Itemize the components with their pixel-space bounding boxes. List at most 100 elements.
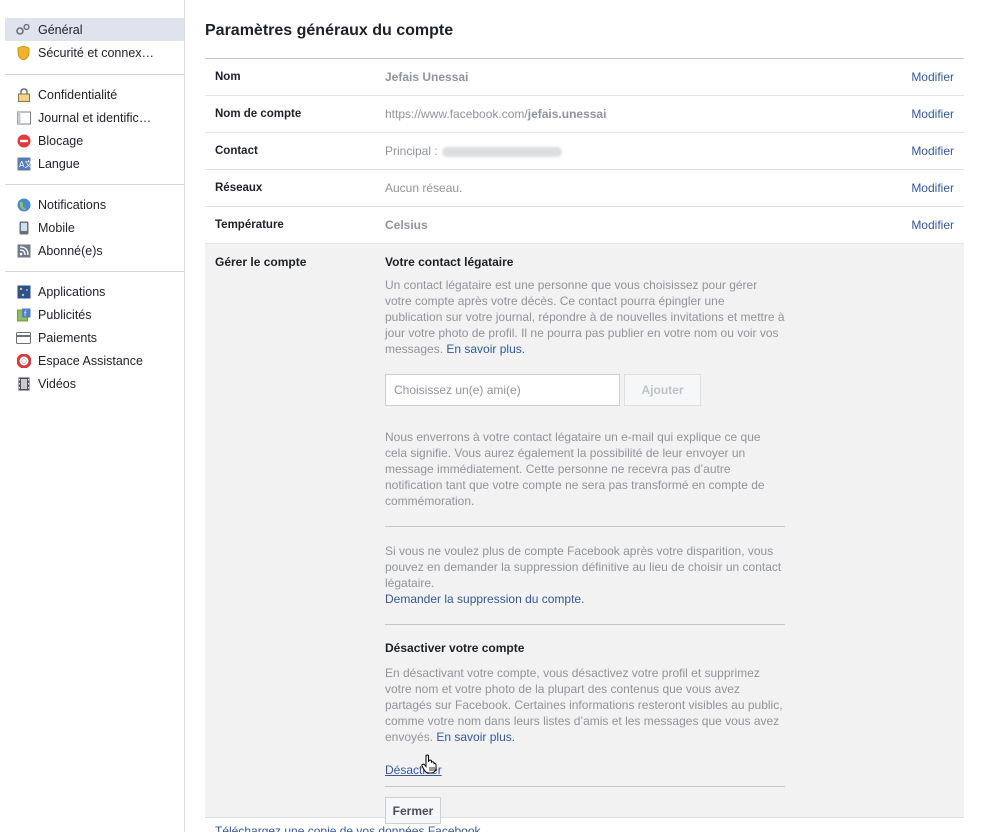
sidebar-item-blocking[interactable]: Blocage xyxy=(5,129,184,152)
sidebar-item-label: Publicités xyxy=(38,307,92,322)
hand-cursor-icon xyxy=(421,754,437,774)
settings-sidebar: Général Sécurité et connex… Confidential… xyxy=(0,0,185,832)
sidebar-divider xyxy=(5,271,184,272)
add-legacy-contact-button[interactable]: Ajouter xyxy=(624,374,701,406)
sidebar-item-label: Notifications xyxy=(38,197,107,212)
card-icon xyxy=(16,330,31,345)
setting-row-name: Nom Jefais Unessai Modifier xyxy=(205,59,964,96)
sidebar-item-privacy[interactable]: Confidentialité xyxy=(5,83,184,106)
sidebar-item-followers[interactable]: Abonné(e)s xyxy=(5,239,184,262)
sidebar-group-apps: Applications f Publicités Paiements Espa… xyxy=(0,280,184,395)
sidebar-group-privacy: Confidentialité Journal et identific… Bl… xyxy=(0,83,184,175)
sidebar-item-timeline[interactable]: Journal et identific… xyxy=(5,106,184,129)
sidebar-group-account: Général Sécurité et connex… xyxy=(0,18,184,64)
row-label: Contact xyxy=(215,145,258,157)
legacy-contact-picker: Ajouter xyxy=(385,374,785,406)
mobile-icon xyxy=(16,220,31,235)
sidebar-item-notifications[interactable]: Notifications xyxy=(5,193,184,216)
edit-contact-link[interactable]: Modifier xyxy=(911,144,954,158)
sidebar-item-payments[interactable]: Paiements xyxy=(5,326,184,349)
lock-icon xyxy=(16,87,31,102)
globe-icon xyxy=(16,197,31,212)
name-value: Jefais Unessai xyxy=(385,70,469,84)
sidebar-item-label: Blocage xyxy=(38,133,84,148)
sidebar-item-label: Journal et identific… xyxy=(38,110,152,125)
ads-icon: f xyxy=(16,307,31,322)
badge-icon xyxy=(16,45,31,60)
edit-username-link[interactable]: Modifier xyxy=(911,107,954,121)
sidebar-item-label: Sécurité et connex… xyxy=(38,45,155,60)
general-settings-panel: Paramètres généraux du compte Nom Jefais… xyxy=(205,0,964,824)
film-icon xyxy=(16,376,31,391)
manage-account-label: Gérer le compte xyxy=(215,255,307,269)
redacted-email xyxy=(441,146,562,157)
row-label: Nom xyxy=(215,71,241,83)
row-value: Jefais Unessai xyxy=(385,70,964,84)
edit-temperature-link[interactable]: Modifier xyxy=(911,218,954,232)
account-deletion-text: Si vous ne voulez plus de compte Faceboo… xyxy=(385,544,782,590)
sidebar-item-label: Abonné(e)s xyxy=(38,243,103,258)
svg-text:A文: A文 xyxy=(19,159,31,169)
manage-account-section: Gérer le compte Votre contact légataire … xyxy=(205,244,964,824)
contact-value: Principal : xyxy=(385,144,438,158)
sidebar-item-label: Espace Assistance xyxy=(38,353,143,368)
language-icon: A文 xyxy=(16,156,31,171)
sidebar-item-support[interactable]: Espace Assistance xyxy=(5,349,184,372)
friend-search-input[interactable] xyxy=(385,374,620,406)
setting-row-temperature: Température Celsius Modifier xyxy=(205,207,964,244)
learn-more-link[interactable]: En savoir plus. xyxy=(446,342,525,356)
row-label: Nom de compte xyxy=(215,108,302,120)
sidebar-item-language[interactable]: A文 Langue xyxy=(5,152,184,175)
legacy-contact-title: Votre contact légataire xyxy=(385,255,514,269)
username-prefix: https://www.facebook.com/ xyxy=(385,107,528,121)
sidebar-divider xyxy=(5,184,184,185)
row-value: Aucun réseau. xyxy=(385,181,463,195)
gears-icon xyxy=(16,22,31,37)
sidebar-item-security[interactable]: Sécurité et connex… xyxy=(5,41,184,64)
deactivate-learn-more-link[interactable]: En savoir plus. xyxy=(436,730,515,744)
temperature-value: Celsius xyxy=(385,218,428,232)
section-divider xyxy=(385,786,785,787)
page-title: Paramètres généraux du compte xyxy=(205,0,964,59)
close-button[interactable]: Fermer xyxy=(385,797,441,824)
sidebar-group-notifications: Notifications Mobile Abonné(e)s xyxy=(0,193,184,262)
row-label: Réseaux xyxy=(215,182,263,194)
sidebar-item-label: Confidentialité xyxy=(38,87,118,102)
section-divider xyxy=(385,624,785,625)
request-deletion-link[interactable]: Demander la suppression du compte. xyxy=(385,592,584,606)
setting-row-networks: Réseaux Aucun réseau. Modifier xyxy=(205,170,964,207)
apps-icon xyxy=(16,284,31,299)
sidebar-item-label: Langue xyxy=(38,156,80,171)
setting-row-contact: Contact Principal : Modifier xyxy=(205,133,964,170)
edit-networks-link[interactable]: Modifier xyxy=(911,181,954,195)
sidebar-item-label: Mobile xyxy=(38,220,75,235)
sidebar-item-apps[interactable]: Applications xyxy=(5,280,184,303)
download-data-link[interactable]: Téléchargez une copie de vos données Fac… xyxy=(215,824,484,832)
timeline-icon xyxy=(16,110,31,125)
account-deletion-description: Si vous ne voulez plus de compte Faceboo… xyxy=(385,543,785,607)
legacy-contact-text: Un contact légataire est une personne qu… xyxy=(385,278,785,356)
sidebar-divider xyxy=(5,74,184,75)
legacy-contact-notice: Nous enverrons à votre contact légataire… xyxy=(385,430,765,508)
block-icon xyxy=(16,133,31,148)
rss-icon xyxy=(16,243,31,258)
sidebar-item-ads[interactable]: f Publicités xyxy=(5,303,184,326)
sidebar-item-videos[interactable]: Vidéos xyxy=(5,372,184,395)
sidebar-item-mobile[interactable]: Mobile xyxy=(5,216,184,239)
sidebar-item-general[interactable]: Général xyxy=(5,18,184,41)
lifebuoy-icon xyxy=(16,353,31,368)
sidebar-item-label: Paiements xyxy=(38,330,98,345)
setting-row-username: Nom de compte https://www.facebook.com/j… xyxy=(205,96,964,133)
row-value: Celsius xyxy=(385,218,964,232)
row-label: Température xyxy=(215,219,284,231)
deactivate-title: Désactiver votre compte xyxy=(385,641,525,655)
sidebar-item-label: Applications xyxy=(38,284,106,299)
row-value: https://www.facebook.com/jefais.unessai xyxy=(385,107,964,121)
section-divider xyxy=(385,526,785,527)
sidebar-item-label: Vidéos xyxy=(38,376,76,391)
sidebar-item-label: Général xyxy=(38,22,83,37)
edit-name-link[interactable]: Modifier xyxy=(911,70,954,84)
legacy-contact-description: Un contact légataire est une personne qu… xyxy=(385,277,785,357)
manage-account-content: Votre contact légataire Un contact légat… xyxy=(385,255,785,824)
username-value: jefais.unessai xyxy=(527,107,607,121)
